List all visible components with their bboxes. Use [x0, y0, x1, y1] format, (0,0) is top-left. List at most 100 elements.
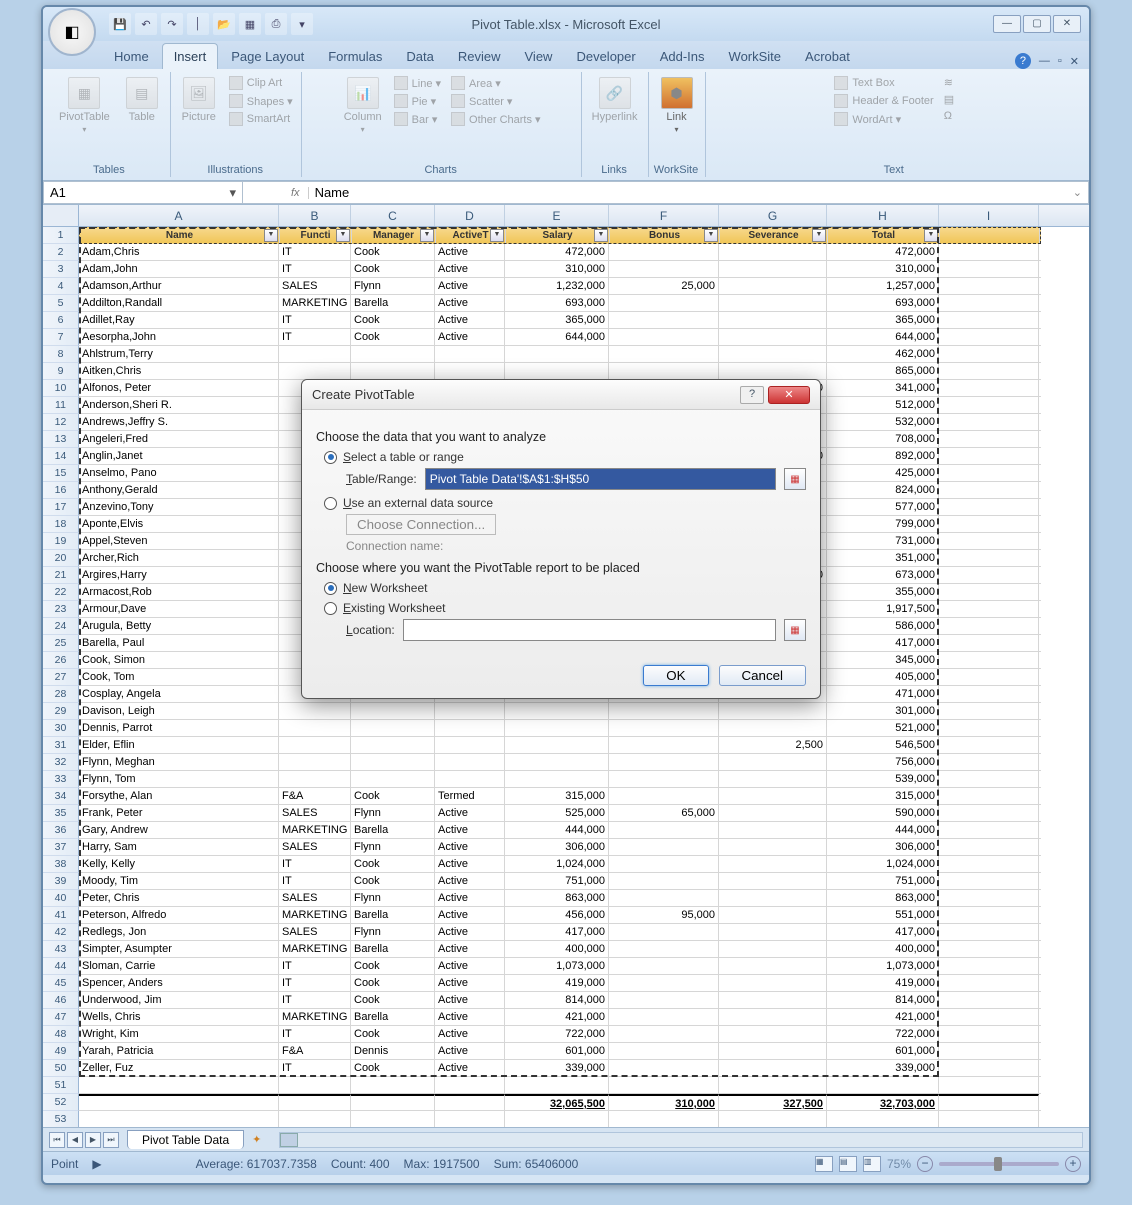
data-cell[interactable]: Cook — [351, 788, 435, 804]
data-cell[interactable] — [279, 346, 351, 362]
data-cell[interactable]: Active — [435, 312, 505, 328]
fx-icon[interactable]: fx — [283, 187, 309, 199]
data-cell[interactable]: SALES — [279, 805, 351, 821]
total-cell[interactable] — [79, 1094, 279, 1110]
row-header[interactable]: 39 — [43, 873, 79, 890]
row-header[interactable]: 45 — [43, 975, 79, 992]
data-cell[interactable]: Davison, Leigh — [79, 703, 279, 719]
data-cell[interactable] — [505, 346, 609, 362]
data-cell[interactable] — [939, 856, 1039, 872]
data-cell[interactable]: Active — [435, 924, 505, 940]
area-chart-button[interactable]: Area ▾ — [449, 75, 543, 91]
prev-sheet-button[interactable]: ◀ — [67, 1132, 83, 1148]
data-cell[interactable]: 814,000 — [827, 992, 939, 1008]
data-cell[interactable] — [719, 788, 827, 804]
data-cell[interactable] — [939, 1009, 1039, 1025]
header-cell[interactable]: ActiveT▼ — [436, 228, 506, 243]
data-cell[interactable]: 525,000 — [505, 805, 609, 821]
data-cell[interactable] — [939, 941, 1039, 957]
tab-page-layout[interactable]: Page Layout — [220, 44, 315, 69]
hyperlink-button[interactable]: 🔗Hyperlink — [588, 75, 642, 125]
row-header[interactable]: 6 — [43, 312, 79, 329]
office-button[interactable]: ◧ — [48, 8, 96, 56]
data-cell[interactable]: SALES — [279, 278, 351, 294]
data-cell[interactable]: IT — [279, 975, 351, 991]
data-cell[interactable] — [719, 720, 827, 736]
data-cell[interactable]: 417,000 — [827, 635, 939, 651]
header-cell[interactable] — [940, 228, 1040, 243]
data-cell[interactable] — [939, 737, 1039, 753]
total-cell[interactable]: 32,065,500 — [505, 1094, 609, 1110]
zoom-in-button[interactable]: + — [1065, 1156, 1081, 1172]
data-cell[interactable]: Anselmo, Pano — [79, 465, 279, 481]
tab-insert[interactable]: Insert — [162, 43, 219, 69]
data-cell[interactable] — [939, 448, 1039, 464]
data-cell[interactable]: MARKETING — [279, 907, 351, 923]
data-cell[interactable]: Active — [435, 278, 505, 294]
data-cell[interactable]: Active — [435, 873, 505, 889]
filter-dropdown-icon[interactable]: ▼ — [594, 229, 608, 242]
header-footer-button[interactable]: Header & Footer — [832, 93, 935, 109]
data-cell[interactable]: Cook — [351, 312, 435, 328]
data-cell[interactable]: Barella — [351, 907, 435, 923]
data-cell[interactable] — [505, 737, 609, 753]
data-cell[interactable]: Active — [435, 244, 505, 260]
data-cell[interactable]: Dennis, Parrot — [79, 720, 279, 736]
data-cell[interactable]: 306,000 — [505, 839, 609, 855]
tab-worksite[interactable]: WorkSite — [718, 44, 793, 69]
data-cell[interactable]: 472,000 — [827, 244, 939, 260]
sheet-tab[interactable]: Pivot Table Data — [127, 1130, 244, 1149]
data-cell[interactable] — [939, 414, 1039, 430]
data-cell[interactable]: Flynn, Meghan — [79, 754, 279, 770]
data-cell[interactable]: SALES — [279, 839, 351, 855]
data-cell[interactable] — [939, 907, 1039, 923]
data-cell[interactable]: Wright, Kim — [79, 1026, 279, 1042]
tab-home[interactable]: Home — [103, 44, 160, 69]
qat-btn[interactable]: ▦ — [239, 13, 261, 35]
data-cell[interactable] — [939, 516, 1039, 532]
data-cell[interactable] — [939, 550, 1039, 566]
data-cell[interactable]: Active — [435, 295, 505, 311]
empty-cell[interactable] — [939, 1077, 1039, 1093]
data-cell[interactable] — [939, 329, 1039, 345]
data-cell[interactable]: Arugula, Betty — [79, 618, 279, 634]
data-cell[interactable]: 315,000 — [505, 788, 609, 804]
data-cell[interactable]: Aesorpha,John — [79, 329, 279, 345]
formula-input[interactable]: Name — [309, 183, 1067, 202]
data-cell[interactable]: Active — [435, 805, 505, 821]
first-sheet-button[interactable]: ⏮ — [49, 1132, 65, 1148]
data-cell[interactable]: Cook — [351, 244, 435, 260]
data-cell[interactable] — [505, 771, 609, 787]
data-cell[interactable] — [719, 329, 827, 345]
data-cell[interactable]: SALES — [279, 924, 351, 940]
row-header[interactable]: 36 — [43, 822, 79, 839]
data-cell[interactable] — [609, 890, 719, 906]
data-cell[interactable]: Wells, Chris — [79, 1009, 279, 1025]
picture-button[interactable]: 🖼Picture — [177, 75, 221, 125]
data-cell[interactable]: 799,000 — [827, 516, 939, 532]
data-cell[interactable]: 444,000 — [827, 822, 939, 838]
data-cell[interactable] — [719, 771, 827, 787]
row-header[interactable]: 12 — [43, 414, 79, 431]
data-cell[interactable]: 863,000 — [827, 890, 939, 906]
data-cell[interactable]: 532,000 — [827, 414, 939, 430]
column-header[interactable]: B — [279, 205, 351, 226]
tab-data[interactable]: Data — [395, 44, 444, 69]
data-cell[interactable] — [351, 720, 435, 736]
data-cell[interactable]: 824,000 — [827, 482, 939, 498]
data-cell[interactable] — [609, 1009, 719, 1025]
data-cell[interactable] — [939, 295, 1039, 311]
row-header[interactable]: 16 — [43, 482, 79, 499]
data-cell[interactable]: Armacost,Rob — [79, 584, 279, 600]
data-cell[interactable]: Cosplay, Angela — [79, 686, 279, 702]
data-cell[interactable] — [609, 1060, 719, 1076]
filter-dropdown-icon[interactable]: ▼ — [420, 229, 434, 242]
data-cell[interactable]: Barella — [351, 1009, 435, 1025]
data-cell[interactable] — [351, 703, 435, 719]
scroll-thumb[interactable] — [280, 1133, 298, 1147]
empty-cell[interactable] — [79, 1111, 279, 1127]
dialog-help-button[interactable]: ? — [740, 386, 764, 404]
empty-cell[interactable] — [79, 1077, 279, 1093]
data-cell[interactable] — [939, 380, 1039, 396]
row-header[interactable]: 29 — [43, 703, 79, 720]
